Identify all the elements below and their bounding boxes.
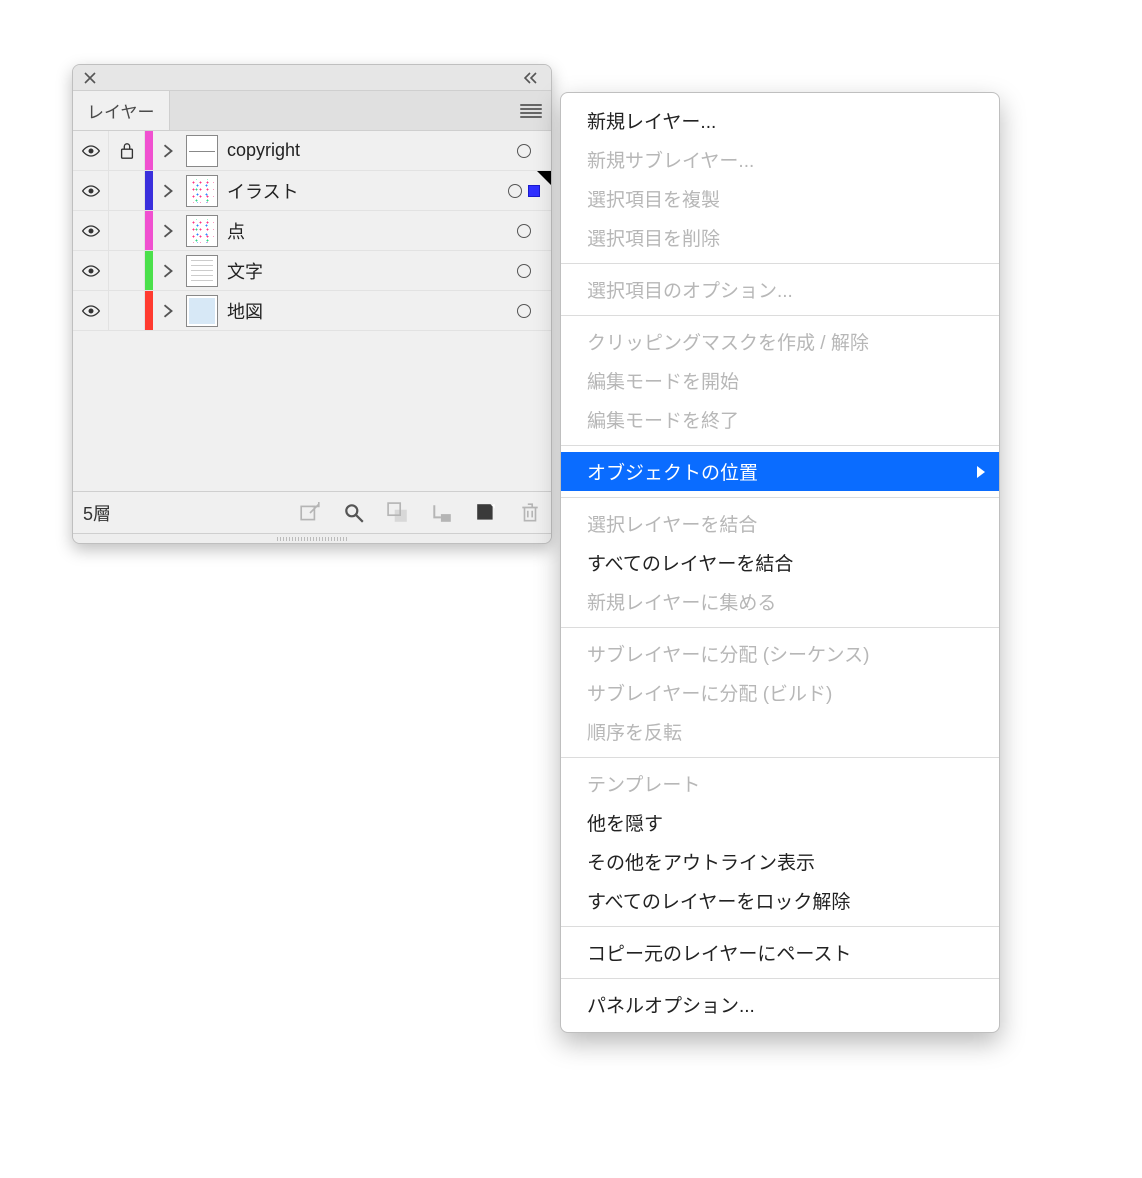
panel-resize-grip[interactable] <box>73 533 551 543</box>
panel-tab-row: レイヤー <box>73 91 551 131</box>
menu-separator <box>561 497 999 498</box>
menu-separator <box>561 445 999 446</box>
layer-thumbnail <box>183 291 221 330</box>
layer-row[interactable]: 地図 <box>73 291 551 331</box>
lock-toggle[interactable] <box>109 291 145 330</box>
expand-toggle[interactable] <box>153 171 183 210</box>
menu-item: 選択レイヤーを結合 <box>561 504 999 543</box>
panel-menu: 新規レイヤー...新規サブレイヤー...選択項目を複製選択項目を削除選択項目のオ… <box>560 92 1000 1033</box>
layer-row[interactable]: イラスト <box>73 171 551 211</box>
menu-item[interactable]: 新規レイヤー... <box>561 101 999 140</box>
layer-color-strip <box>145 211 153 250</box>
layer-row[interactable]: 文字 <box>73 251 551 291</box>
export-icon[interactable] <box>299 502 321 524</box>
layer-color-strip <box>145 291 153 330</box>
menu-item: クリッピングマスクを作成 / 解除 <box>561 322 999 361</box>
expand-toggle[interactable] <box>153 131 183 170</box>
lock-toggle[interactable] <box>109 171 145 210</box>
menu-item[interactable]: すべてのレイヤーをロック解除 <box>561 881 999 920</box>
selection-triangle-icon <box>537 171 551 185</box>
target-ring-icon[interactable] <box>517 264 531 278</box>
locate-icon[interactable] <box>343 502 365 524</box>
visibility-toggle[interactable] <box>73 291 109 330</box>
menu-item[interactable]: すべてのレイヤーを結合 <box>561 543 999 582</box>
menu-item: 編集モードを開始 <box>561 361 999 400</box>
panel-titlebar <box>73 65 551 91</box>
menu-separator <box>561 627 999 628</box>
target-column[interactable] <box>497 211 551 250</box>
visibility-toggle[interactable] <box>73 131 109 170</box>
selection-color-box <box>528 185 540 197</box>
footer-icons <box>299 502 541 524</box>
lock-toggle[interactable] <box>109 251 145 290</box>
menu-separator <box>561 263 999 264</box>
menu-separator <box>561 926 999 927</box>
menu-item: 順序を反転 <box>561 712 999 751</box>
expand-toggle[interactable] <box>153 251 183 290</box>
layer-thumbnail <box>183 171 221 210</box>
menu-item: 新規サブレイヤー... <box>561 140 999 179</box>
layer-row[interactable]: copyright <box>73 131 551 171</box>
layer-name[interactable]: 文字 <box>221 251 497 290</box>
layer-row[interactable]: 点 <box>73 211 551 251</box>
layer-thumbnail <box>183 251 221 290</box>
tab-spacer <box>170 91 512 130</box>
layer-name[interactable]: 点 <box>221 211 497 250</box>
visibility-toggle[interactable] <box>73 251 109 290</box>
menu-item[interactable]: その他をアウトライン表示 <box>561 842 999 881</box>
layer-name[interactable]: copyright <box>221 131 497 170</box>
new-layer-icon[interactable] <box>475 502 497 524</box>
delete-layer-icon[interactable] <box>519 502 541 524</box>
target-column[interactable] <box>497 131 551 170</box>
panel-menu-button[interactable] <box>511 91 551 130</box>
lock-toggle[interactable] <box>109 211 145 250</box>
visibility-toggle[interactable] <box>73 211 109 250</box>
panel-collapse-button[interactable] <box>521 69 543 87</box>
menu-item: 選択項目を削除 <box>561 218 999 257</box>
menu-item: 新規レイヤーに集める <box>561 582 999 621</box>
menu-separator <box>561 757 999 758</box>
menu-item[interactable]: コピー元のレイヤーにペースト <box>561 933 999 972</box>
target-ring-icon[interactable] <box>517 224 531 238</box>
panel-close-button[interactable] <box>81 69 99 87</box>
menu-item: サブレイヤーに分配 (シーケンス) <box>561 634 999 673</box>
menu-item[interactable]: パネルオプション... <box>561 985 999 1024</box>
menu-item[interactable]: 他を隠す <box>561 803 999 842</box>
layer-thumbnail <box>183 211 221 250</box>
layers-panel: レイヤー copyrightイラスト点文字地図 5層 <box>72 64 552 544</box>
target-ring-icon[interactable] <box>508 184 522 198</box>
menu-item: 編集モードを終了 <box>561 400 999 439</box>
expand-toggle[interactable] <box>153 211 183 250</box>
lock-toggle[interactable] <box>109 131 145 170</box>
menu-item: テンプレート <box>561 764 999 803</box>
menu-item: サブレイヤーに分配 (ビルド) <box>561 673 999 712</box>
tab-layers[interactable]: レイヤー <box>73 91 170 130</box>
expand-toggle[interactable] <box>153 291 183 330</box>
target-ring-icon[interactable] <box>517 304 531 318</box>
target-column[interactable] <box>497 291 551 330</box>
layer-thumbnail <box>183 131 221 170</box>
hamburger-icon <box>520 104 542 118</box>
layer-color-strip <box>145 171 153 210</box>
layer-list: copyrightイラスト点文字地図 <box>73 131 551 331</box>
panel-footer: 5層 <box>73 491 551 533</box>
tab-layers-label: レイヤー <box>87 98 155 123</box>
clip-mask-icon[interactable] <box>387 502 409 524</box>
menu-item: 選択項目のオプション... <box>561 270 999 309</box>
menu-item: 選択項目を複製 <box>561 179 999 218</box>
new-sublayer-icon[interactable] <box>431 502 453 524</box>
layer-color-strip <box>145 131 153 170</box>
layer-name[interactable]: 地図 <box>221 291 497 330</box>
layer-color-strip <box>145 251 153 290</box>
menu-separator <box>561 315 999 316</box>
layer-empty-area <box>73 331 551 491</box>
menu-separator <box>561 978 999 979</box>
layer-count-label: 5層 <box>83 500 111 526</box>
menu-item[interactable]: オブジェクトの位置 <box>561 452 999 491</box>
target-column[interactable] <box>497 171 551 210</box>
layer-name[interactable]: イラスト <box>221 171 497 210</box>
target-ring-icon[interactable] <box>517 144 531 158</box>
visibility-toggle[interactable] <box>73 171 109 210</box>
target-column[interactable] <box>497 251 551 290</box>
